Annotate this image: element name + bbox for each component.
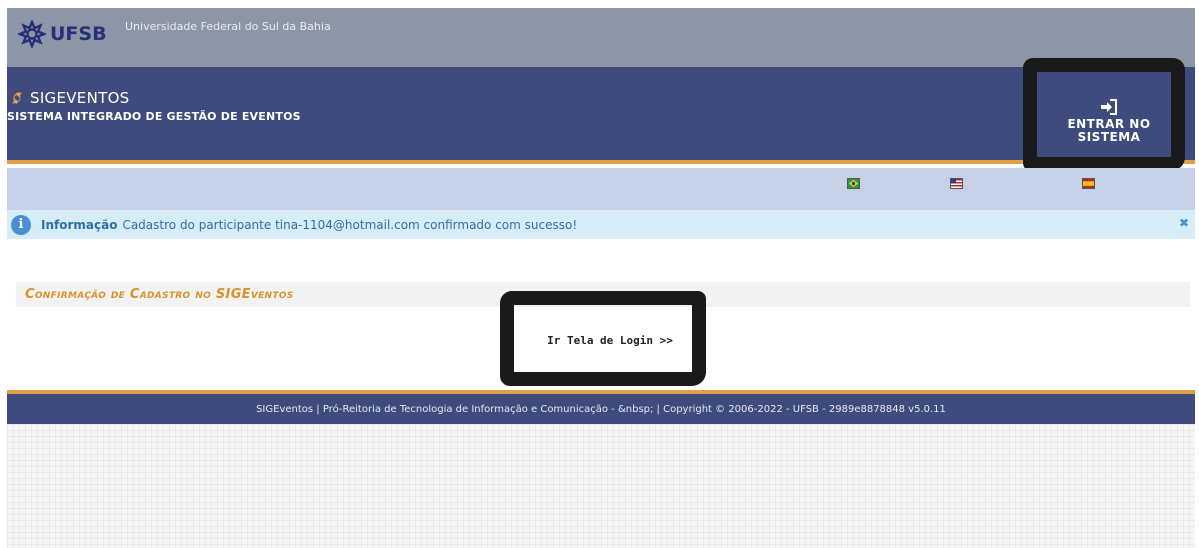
- brand-subtitle: SISTEMA INTEGRADO DE GESTÃO DE EVENTOS: [7, 110, 301, 123]
- sigeventos-logo-icon: [12, 92, 22, 104]
- login-label-line1: ENTRAR NO: [1067, 116, 1151, 131]
- panel-title: Confirmação de Cadastro no SIGEventos: [25, 287, 294, 302]
- spain-flag-icon[interactable]: [1082, 178, 1095, 189]
- page: UFSB Universidade Federal do Sul da Bahi…: [7, 8, 1195, 548]
- panel-title-bar: Confirmação de Cadastro no SIGEventos: [16, 282, 1190, 307]
- go-to-login-link[interactable]: Ir Tela de Login >>: [520, 330, 700, 350]
- close-icon[interactable]: ✖: [1179, 216, 1189, 230]
- login-label-line2: SISTEMA: [1077, 129, 1141, 144]
- footer-text: SIGEventos | Pró-Reitoria de Tecnologia …: [256, 403, 946, 415]
- sign-in-icon: [1101, 98, 1117, 115]
- info-label: Informação: [41, 217, 118, 232]
- brazil-flag-icon[interactable]: [847, 178, 860, 189]
- brand: SIGEVENTOS: [7, 88, 130, 108]
- info-text: Cadastro do participante tina-1104@hotma…: [122, 217, 578, 232]
- usa-flag-icon[interactable]: [950, 178, 963, 189]
- login-button[interactable]: ENTRAR NO SISTEMA: [1050, 90, 1168, 152]
- footer: SIGEventos | Pró-Reitoria de Tecnologia …: [7, 390, 1195, 424]
- university-bar: UFSB Universidade Federal do Sul da Bahi…: [7, 8, 1195, 67]
- system-header: SIGEVENTOS SISTEMA INTEGRADO DE GESTÃO D…: [7, 58, 1195, 171]
- logo-text: UFSB: [50, 23, 107, 45]
- ufsb-logo[interactable]: UFSB: [18, 18, 107, 50]
- info-message: i Informação Cadastro do participante ti…: [7, 210, 1195, 239]
- ufsb-emblem-icon: [18, 20, 46, 48]
- page-background: [7, 424, 1195, 548]
- university-name: Universidade Federal do Sul da Bahia: [125, 20, 331, 33]
- info-icon: i: [11, 214, 31, 235]
- brand-title: SIGEVENTOS: [30, 89, 130, 107]
- language-bar: [7, 168, 1195, 214]
